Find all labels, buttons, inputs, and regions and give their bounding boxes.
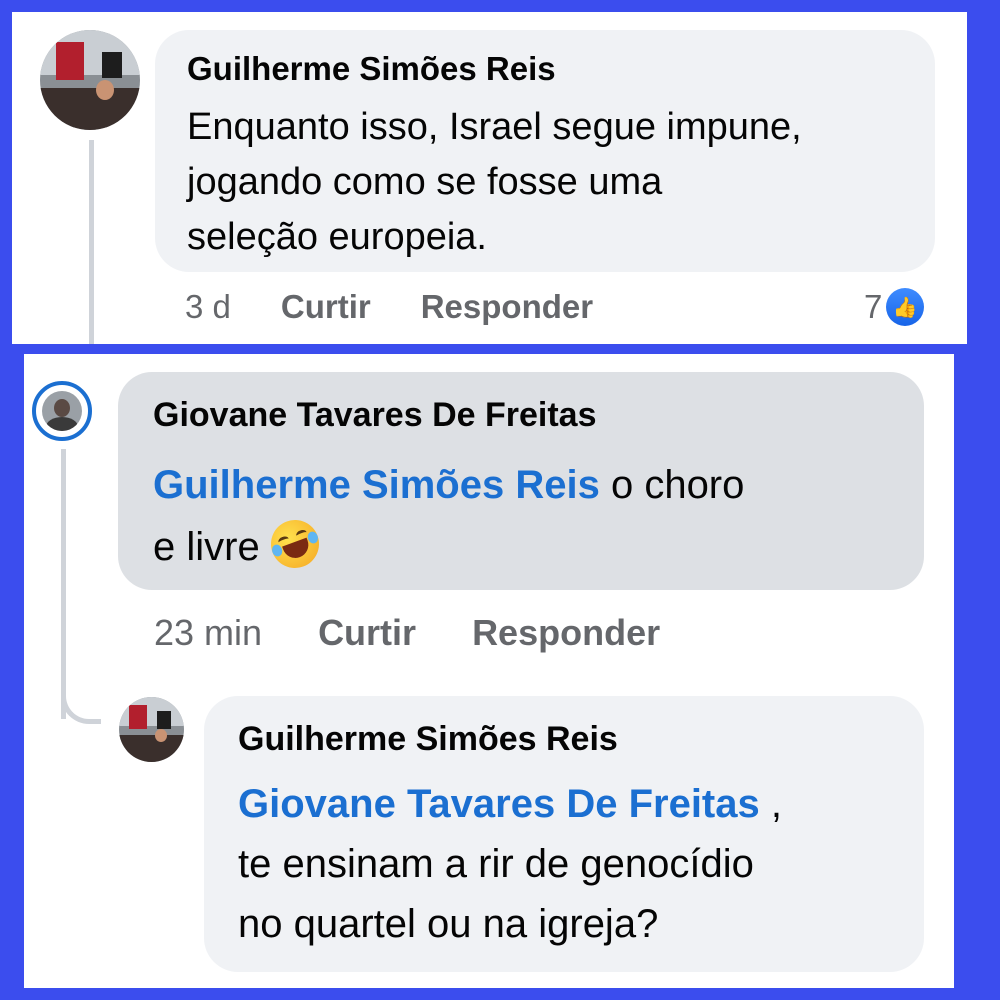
- avatar[interactable]: [40, 30, 140, 130]
- comment-text: Enquanto isso, Israel segue impune, joga…: [187, 100, 802, 265]
- reaction-count-value: 7: [864, 288, 883, 325]
- rolling-on-floor-laughing-emoji: [264, 513, 326, 575]
- reply-button[interactable]: Responder: [472, 612, 660, 654]
- thread-connector: [61, 654, 101, 724]
- comment-text-segment: o choro: [599, 463, 745, 507]
- mention-link[interactable]: Guilherme Simões Reis: [153, 463, 600, 507]
- comment-panel-top: Guilherme Simões Reis Enquanto isso, Isr…: [12, 12, 967, 344]
- reply-button[interactable]: Responder: [421, 288, 593, 326]
- comment-text-line: jogando como se fosse uma: [187, 161, 663, 203]
- avatar[interactable]: [32, 381, 92, 441]
- comment-author[interactable]: Guilherme Simões Reis: [238, 720, 618, 759]
- comment-author[interactable]: Giovane Tavares De Freitas: [153, 396, 596, 435]
- avatar[interactable]: [119, 697, 184, 762]
- comment-text-segment: e livre: [153, 525, 271, 569]
- comment-timestamp[interactable]: 3 d: [185, 288, 231, 326]
- comment-text-line: Enquanto isso, Israel segue impune,: [187, 106, 802, 148]
- thumbs-up-icon: 👍: [886, 288, 925, 326]
- like-button[interactable]: Curtir: [281, 288, 371, 326]
- thread-line: [89, 140, 94, 344]
- comment-text-line: te ensinam a rir de genocídio: [238, 842, 754, 886]
- comment-timestamp[interactable]: 23 min: [154, 612, 262, 654]
- reaction-count[interactable]: 7 👍: [864, 288, 925, 326]
- like-button[interactable]: Curtir: [318, 612, 416, 654]
- comment-text-line: seleção europeia.: [187, 216, 487, 258]
- comment-panel-bottom: Giovane Tavares De Freitas Guilherme Sim…: [24, 354, 954, 988]
- comment-actions: 23 min Curtir Responder: [154, 612, 660, 654]
- comment-text-segment: ,: [759, 782, 782, 826]
- comment-actions: 3 d Curtir Responder: [185, 288, 593, 326]
- comment-text-line: no quartel ou na igreja?: [238, 902, 659, 946]
- comment-text: Giovane Tavares De Freitas , te ensinam …: [238, 774, 782, 954]
- comment-text: Guilherme Simões Reis o choro e livre: [153, 454, 744, 578]
- comment-author[interactable]: Guilherme Simões Reis: [187, 50, 556, 88]
- mention-link[interactable]: Giovane Tavares De Freitas: [238, 782, 760, 826]
